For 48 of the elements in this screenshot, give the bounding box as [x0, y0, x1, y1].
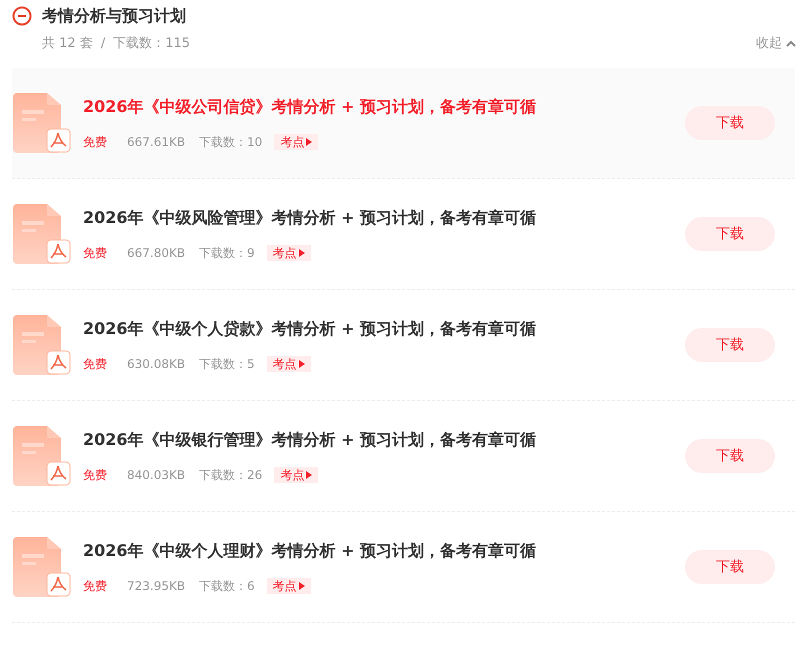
chevron-up-icon	[786, 40, 796, 48]
topic-tag[interactable]: 考点	[274, 467, 318, 483]
download-button[interactable]: 下载	[685, 328, 775, 362]
download-button[interactable]: 下载	[685, 106, 775, 140]
price-label: 免费	[83, 467, 108, 484]
download-count: 下载数：6	[199, 578, 255, 595]
topic-tag[interactable]: 考点	[266, 356, 311, 372]
file-size: 723.95KB	[127, 578, 186, 595]
document-title[interactable]: 2026年《中级个人贷款》考情分析 + 预习计划，备考有章可循	[83, 317, 685, 341]
topic-tag[interactable]: 考点	[266, 578, 311, 594]
file-size: 840.03KB	[127, 467, 186, 484]
download-count: 下载数：9	[199, 245, 255, 262]
price-label: 免费	[83, 245, 108, 262]
download-button[interactable]: 下载	[685, 550, 775, 584]
section-title: 考情分析与预习计划	[42, 5, 186, 27]
file-size: 667.61KB	[127, 134, 186, 151]
collapse-icon[interactable]	[12, 6, 32, 26]
file-size: 630.08KB	[127, 356, 186, 373]
document-title[interactable]: 2026年《中级银行管理》考情分析 + 预习计划，备考有章可循	[83, 428, 685, 452]
download-button[interactable]: 下载	[685, 439, 775, 473]
play-icon	[298, 249, 305, 257]
download-count: 下载数：5	[199, 356, 255, 373]
play-icon	[298, 360, 305, 368]
download-count: 下载数：10	[199, 134, 262, 151]
document-title[interactable]: 2026年《中级个人理财》考情分析 + 预习计划，备考有章可循	[83, 539, 685, 563]
play-icon	[306, 471, 312, 479]
separator: /	[100, 35, 106, 54]
document-row[interactable]: 2026年《中级公司信贷》考情分析 + 预习计划，备考有章可循 免费 667.61KB 下载数：10 考点 下载	[12, 68, 795, 179]
topic-tag[interactable]: 考点	[274, 134, 318, 150]
price-label: 免费	[83, 134, 108, 151]
file-size: 667.80KB	[127, 245, 186, 262]
topic-tag[interactable]: 考点	[266, 245, 311, 261]
total-downloads: 下载数：115	[113, 35, 190, 54]
pdf-file-icon	[13, 93, 71, 153]
price-label: 免费	[83, 578, 108, 595]
download-count: 下载数：26	[199, 467, 262, 484]
document-title[interactable]: 2026年《中级公司信贷》考情分析 + 预习计划，备考有章可循	[83, 95, 685, 119]
price-label: 免费	[83, 356, 108, 373]
pdf-file-icon	[13, 315, 71, 375]
pdf-file-icon	[13, 426, 71, 486]
document-title[interactable]: 2026年《中级风险管理》考情分析 + 预习计划，备考有章可循	[83, 206, 685, 230]
pdf-file-icon	[13, 204, 71, 264]
download-button[interactable]: 下载	[685, 217, 775, 251]
pdf-file-icon	[13, 537, 71, 597]
set-count: 共 12 套	[42, 35, 93, 54]
collapse-link[interactable]: 收起	[756, 34, 796, 54]
play-icon	[306, 138, 312, 146]
play-icon	[298, 582, 305, 590]
